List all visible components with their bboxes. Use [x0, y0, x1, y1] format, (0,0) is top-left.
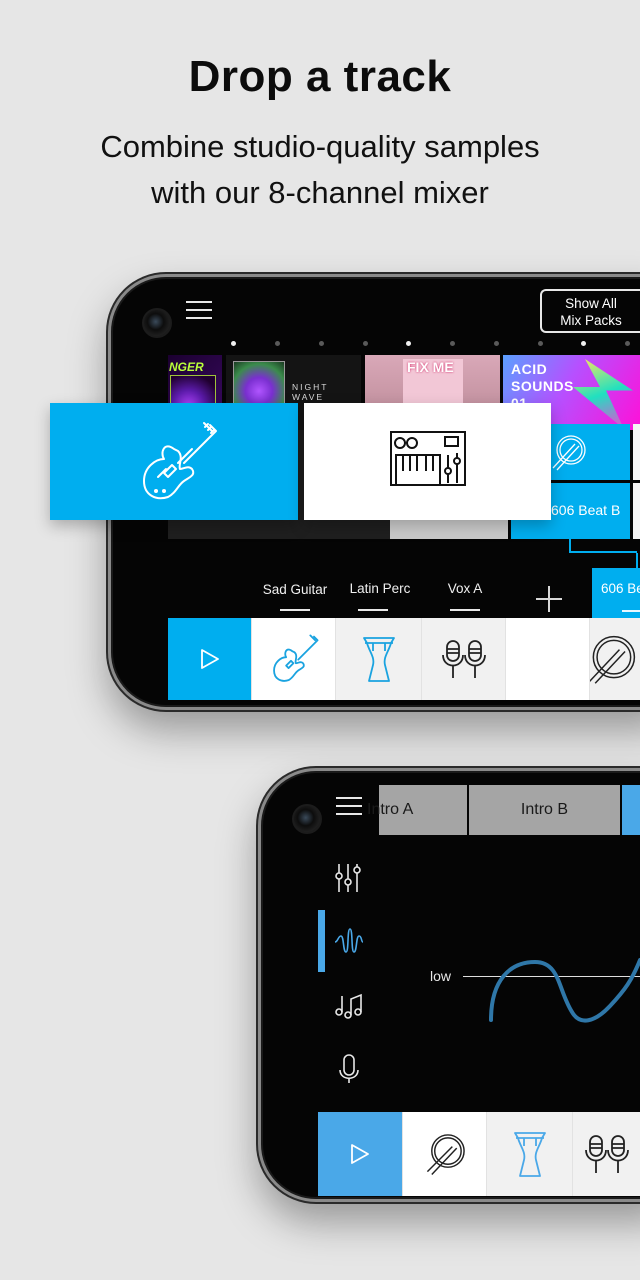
microphones-icon: [441, 640, 486, 678]
dragged-synth-tile[interactable]: [304, 403, 551, 520]
track-label: Vox A: [447, 581, 483, 596]
sidebar-mixer-button[interactable]: [334, 862, 364, 892]
page-dot[interactable]: [231, 341, 236, 346]
filter-low-label: low: [430, 968, 452, 984]
sidebar-waveform-button[interactable]: [334, 926, 364, 956]
sidebar-notes-button[interactable]: [334, 990, 364, 1020]
scene-label: Intro A: [367, 801, 414, 818]
dock-percussion-button[interactable]: [336, 618, 422, 700]
pad-connector: [569, 539, 637, 553]
page-dot[interactable]: [625, 341, 630, 346]
pad-label: 606 Beat B: [551, 502, 621, 518]
track-tab-vox-a[interactable]: Vox A: [428, 581, 502, 596]
dock-drums-button[interactable]: [403, 1112, 487, 1196]
play-button[interactable]: [168, 618, 252, 700]
page-dot[interactable]: [581, 341, 586, 346]
dock-guitar-button[interactable]: [252, 618, 336, 700]
pad-connector: [636, 553, 638, 568]
sidebar-active-indicator: [318, 910, 325, 972]
track-label: 606 Beat: [601, 581, 640, 596]
promo-subline: Combine studio-quality samples with our …: [0, 124, 640, 216]
page-dot[interactable]: [538, 341, 543, 346]
dock-vocals-button[interactable]: [422, 618, 506, 700]
track-label: Sad Guitar: [262, 582, 328, 597]
show-all-label-line-2: Mix Packs: [560, 313, 622, 328]
sidebar-microphone-button[interactable]: [334, 1054, 364, 1084]
drum-icon: [426, 1134, 465, 1176]
filter-curve[interactable]: [480, 940, 640, 1040]
music-notes-icon: [335, 993, 362, 1019]
track-tab-latin-perc[interactable]: Latin Perc: [343, 581, 417, 596]
drum-icon: [552, 435, 586, 471]
show-all-label-line-1: Show All: [565, 296, 617, 311]
dock-percussion-button[interactable]: [487, 1112, 573, 1196]
page-dot[interactable]: [319, 341, 324, 346]
scene-tab-intro-b[interactable]: Intro B: [469, 785, 620, 835]
menu-button[interactable]: [336, 797, 362, 817]
track-underline: [622, 610, 640, 612]
promo-subline-line-1: Combine studio-quality samples: [100, 129, 540, 164]
waveform-icon: [334, 928, 364, 953]
lightning-bolt-artwork: [573, 359, 633, 429]
front-camera: [292, 804, 322, 834]
track-underline: [280, 609, 310, 611]
mix-pack-title: FIX ME: [407, 359, 454, 375]
add-track-button[interactable]: [536, 586, 562, 612]
dock-drums-button[interactable]: [590, 618, 640, 700]
djembe-icon: [513, 1132, 546, 1177]
scene-tab-intro-a[interactable]: Intro A: [367, 785, 467, 835]
mix-pack-title: NIGHT WAVE: [292, 382, 329, 402]
instrument-dock-top: [168, 618, 640, 700]
page-dot[interactable]: [363, 341, 368, 346]
microphone-icon: [339, 1054, 359, 1083]
play-button[interactable]: [318, 1112, 403, 1196]
menu-button[interactable]: [186, 301, 212, 321]
page-dot[interactable]: [450, 341, 455, 346]
page-indicator: [231, 341, 640, 347]
promo-headline: Drop a track: [188, 52, 452, 101]
track-tab-606-beat[interactable]: 606 Beat: [592, 568, 640, 618]
page-dot[interactable]: [406, 341, 411, 346]
dragged-guitar-tile[interactable]: [50, 403, 298, 520]
microphones-icon: [584, 1135, 629, 1173]
scene-tab-active[interactable]: [622, 785, 640, 835]
play-icon: [351, 1144, 369, 1164]
show-all-mix-packs-button[interactable]: Show All Mix Packs: [540, 289, 640, 333]
play-icon: [200, 649, 219, 669]
synthesizer-icon: [390, 431, 466, 486]
page-dot[interactable]: [494, 341, 499, 346]
page-dot[interactable]: [275, 341, 280, 346]
instrument-dock-bottom: [318, 1112, 640, 1196]
sample-pad[interactable]: [633, 483, 640, 539]
track-underline: [450, 609, 480, 611]
sample-pad[interactable]: [633, 424, 640, 480]
electric-guitar-icon: [272, 634, 318, 682]
track-label: Latin Perc: [349, 581, 411, 596]
mix-pack-title: NGER: [169, 360, 204, 374]
mixer-sliders-icon: [335, 864, 361, 892]
electric-guitar-icon: [143, 422, 217, 500]
dock-empty-slot[interactable]: [506, 618, 590, 700]
front-camera: [142, 308, 172, 338]
promo-subline-line-2: with our 8-channel mixer: [151, 175, 489, 210]
scene-label: Intro B: [520, 801, 569, 818]
track-tab-sad-guitar[interactable]: Sad Guitar: [258, 582, 332, 597]
djembe-icon: [362, 637, 395, 682]
dock-vocals-button[interactable]: [573, 1112, 640, 1196]
drum-icon: [590, 635, 636, 684]
track-underline: [358, 609, 388, 611]
